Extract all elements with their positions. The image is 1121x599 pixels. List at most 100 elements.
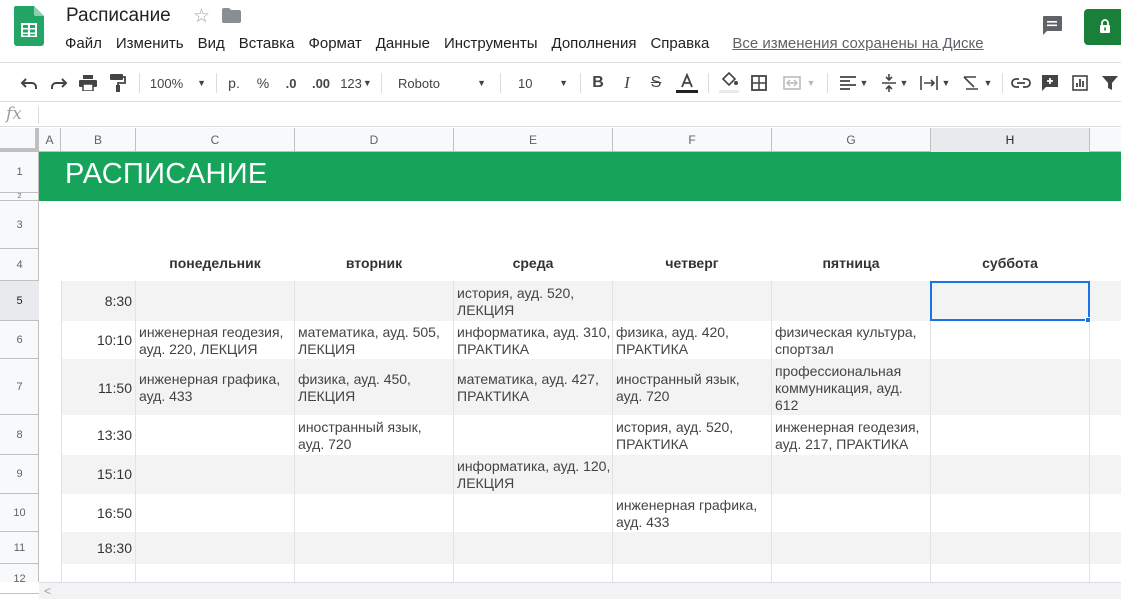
class-cell[interactable]: иностранный язык, ауд. 720 (612, 371, 771, 405)
class-cell[interactable]: физика, ауд. 450, ЛЕКЦИЯ (294, 371, 453, 405)
time-slot[interactable]: 16:50 (61, 505, 132, 521)
day-header-monday[interactable]: понедельник (136, 255, 294, 271)
italic-button[interactable]: I (615, 71, 639, 95)
formula-bar: fx (0, 103, 1121, 127)
sheets-logo-icon[interactable] (14, 6, 44, 46)
menu-help[interactable]: Справка (643, 35, 716, 55)
folder-icon[interactable] (222, 8, 241, 23)
row-header-1[interactable]: 1 (0, 152, 39, 193)
zoom-select[interactable]: 100% ▼ (146, 71, 210, 95)
class-cell[interactable]: инженерная геодезия, ауд. 217, ПРАКТИКА (771, 419, 930, 453)
class-cell[interactable]: инженерная геодезия, ауд. 220, ЛЕКЦИЯ (135, 324, 294, 358)
redo-button[interactable] (47, 71, 71, 95)
day-header-wednesday[interactable]: среда (454, 255, 612, 271)
class-cell[interactable]: история, ауд. 520, ЛЕКЦИЯ (453, 285, 612, 319)
row-header-7[interactable]: 7 (0, 359, 39, 415)
menu-insert[interactable]: Вставка (232, 35, 302, 55)
star-icon[interactable]: ☆ (193, 5, 210, 28)
day-header-tuesday[interactable]: вторник (295, 255, 453, 271)
class-cell[interactable]: математика, ауд. 427, ПРАКТИКА (453, 371, 612, 405)
column-header-c[interactable]: C (136, 128, 295, 152)
column-header-d[interactable]: D (295, 128, 454, 152)
filter-button[interactable] (1098, 71, 1121, 95)
column-header-b[interactable]: B (61, 128, 136, 152)
column-header-h[interactable]: H (931, 128, 1090, 152)
print-button[interactable] (76, 71, 100, 95)
insert-comment-button[interactable] (1038, 71, 1062, 95)
class-cell[interactable]: иностранный язык, ауд. 720 (294, 419, 453, 453)
share-button[interactable] (1084, 9, 1121, 45)
class-cell[interactable]: физика, ауд. 420, ПРАКТИКА (612, 324, 771, 358)
column-header-g[interactable]: G (772, 128, 931, 152)
row-header-12[interactable]: 12 (0, 564, 39, 594)
class-cell[interactable]: профессиональная коммуникация, ауд. 612 (771, 363, 930, 414)
time-slot[interactable]: 15:10 (61, 466, 132, 482)
text-rotation-button[interactable]: ▼ (958, 71, 996, 95)
bold-button[interactable]: B (586, 71, 610, 95)
insert-link-button[interactable] (1009, 71, 1033, 95)
menu-file[interactable]: Файл (58, 35, 109, 55)
horizontal-scrollbar[interactable]: < (39, 582, 1121, 599)
menu-edit[interactable]: Изменить (109, 35, 191, 55)
row-header-3[interactable]: 3 (0, 201, 39, 249)
insert-chart-button[interactable] (1068, 71, 1092, 95)
row-header-11[interactable]: 11 (0, 532, 39, 564)
decrease-decimal-button[interactable]: .0 (279, 71, 303, 95)
class-cell[interactable]: информатика, ауд. 120, ЛЕКЦИЯ (453, 458, 612, 492)
scroll-left-icon[interactable]: < (44, 584, 51, 598)
comments-icon[interactable] (1040, 13, 1064, 37)
fill-handle[interactable] (1085, 317, 1091, 323)
borders-button[interactable] (747, 71, 771, 95)
row-header-2[interactable]: 2 (0, 193, 39, 201)
menu-format[interactable]: Формат (301, 35, 368, 55)
sheet-grid[interactable]: РАСПИСАНИЕ понедельник вторник среда чет… (39, 152, 1121, 582)
number-format-select[interactable]: 123 ▼ (339, 71, 373, 95)
selected-cell[interactable] (930, 281, 1090, 321)
percent-format-button[interactable]: % (251, 71, 275, 95)
day-header-friday[interactable]: пятница (772, 255, 930, 271)
strikethrough-button[interactable]: S (644, 71, 668, 95)
time-slot[interactable]: 8:30 (61, 293, 132, 309)
class-cell[interactable]: история, ауд. 520, ПРАКТИКА (612, 419, 771, 453)
text-color-button[interactable] (674, 71, 700, 95)
save-status-link[interactable]: Все изменения сохранены на Диске (716, 35, 983, 55)
paint-format-button[interactable] (106, 71, 130, 95)
column-header-a[interactable]: A (39, 128, 61, 152)
row-header-5[interactable]: 5 (0, 281, 39, 321)
horizontal-align-button[interactable]: ▼ (835, 71, 873, 95)
day-header-saturday[interactable]: суббота (931, 255, 1089, 271)
row-header-10[interactable]: 10 (0, 494, 39, 532)
day-header-thursday[interactable]: четверг (613, 255, 771, 271)
undo-button[interactable] (17, 71, 41, 95)
column-header-e[interactable]: E (454, 128, 613, 152)
class-cell[interactable]: информатика, ауд. 310, ПРАКТИКА (453, 324, 612, 358)
font-size-select[interactable]: 10 ▼ (508, 71, 574, 95)
link-icon (1011, 78, 1031, 88)
document-title[interactable]: Расписание (66, 5, 171, 27)
increase-decimal-button[interactable]: .00 (307, 71, 335, 95)
fill-color-button[interactable] (716, 71, 742, 95)
menu-tools[interactable]: Инструменты (437, 35, 545, 55)
vertical-align-button[interactable]: ▼ (877, 71, 913, 95)
class-cell[interactable]: физическая культура, спортзал (771, 324, 930, 358)
column-header-f[interactable]: F (613, 128, 772, 152)
time-slot[interactable]: 13:30 (61, 427, 132, 443)
select-all-corner[interactable] (0, 128, 39, 152)
menu-view[interactable]: Вид (191, 35, 232, 55)
menu-addons[interactable]: Дополнения (545, 35, 644, 55)
class-cell[interactable]: инженерная графика, ауд. 433 (135, 371, 294, 405)
time-slot[interactable]: 10:10 (61, 332, 132, 348)
merge-cells-button[interactable]: ▼ (777, 71, 821, 95)
font-family-select[interactable]: Roboto ▼ (390, 71, 494, 95)
row-header-9[interactable]: 9 (0, 455, 39, 494)
currency-format-button[interactable]: р. (222, 71, 246, 95)
menu-data[interactable]: Данные (369, 35, 437, 55)
text-wrap-button[interactable]: ▼ (917, 71, 953, 95)
time-slot[interactable]: 18:30 (61, 540, 132, 556)
class-cell[interactable]: инженерная графика, ауд. 433 (612, 497, 771, 531)
row-header-6[interactable]: 6 (0, 321, 39, 359)
time-slot[interactable]: 11:50 (61, 380, 132, 396)
row-header-8[interactable]: 8 (0, 415, 39, 455)
row-header-4[interactable]: 4 (0, 249, 39, 281)
class-cell[interactable]: математика, ауд. 505, ЛЕКЦИЯ (294, 324, 453, 358)
